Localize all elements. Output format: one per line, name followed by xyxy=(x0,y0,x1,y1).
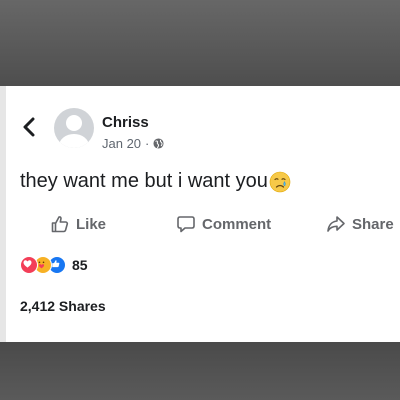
bottom-letterbox-bar xyxy=(0,342,400,400)
comment-label: Comment xyxy=(202,215,272,233)
post-date[interactable]: Jan 20 xyxy=(102,136,141,151)
comment-button[interactable]: Comment xyxy=(176,214,271,234)
back-arrow-icon[interactable] xyxy=(22,117,36,137)
share-arrow-icon xyxy=(327,216,345,232)
shares-count[interactable]: 2,412 Shares xyxy=(20,298,106,314)
default-avatar-icon xyxy=(59,115,89,148)
share-button[interactable]: Share xyxy=(326,214,394,234)
love-reaction-icon xyxy=(20,256,38,274)
like-button[interactable]: Like xyxy=(50,214,106,234)
globe-icon xyxy=(153,138,164,149)
reaction-count: 85 xyxy=(72,257,88,273)
post-text-content: they want me but i want you xyxy=(20,170,268,192)
thumbs-up-icon xyxy=(51,216,69,233)
facebook-post-card: Chriss Jan 20 · they want me but i want … xyxy=(0,86,400,342)
avatar[interactable] xyxy=(54,108,94,148)
meta-separator: · xyxy=(145,136,150,151)
post-text: they want me but i want you xyxy=(20,170,291,193)
post-action-bar: Like Comment Share xyxy=(0,214,400,240)
post-author-name[interactable]: Chriss xyxy=(102,114,149,131)
like-label: Like xyxy=(76,215,107,233)
top-letterbox-bar xyxy=(0,0,400,86)
reactions-summary[interactable]: 85 xyxy=(20,256,88,274)
post-meta: Jan 20 · xyxy=(102,136,164,151)
share-label: Share xyxy=(352,215,394,233)
crying-face-emoji-icon xyxy=(269,171,291,192)
comment-bubble-icon xyxy=(177,216,195,233)
